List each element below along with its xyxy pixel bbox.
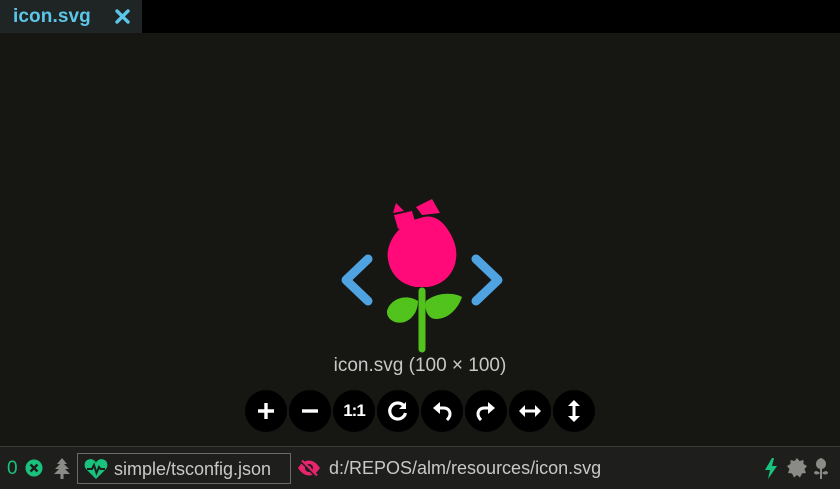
left-bracket: [341, 254, 373, 306]
bolt-icon[interactable]: [764, 458, 778, 479]
rose-petal-top: [393, 203, 404, 213]
left-leaf: [386, 297, 418, 323]
heartbeat-icon: [84, 459, 108, 479]
refresh-icon: [388, 401, 408, 421]
arrows-h-icon: [519, 405, 541, 417]
tab-bar: icon.svg: [0, 0, 840, 33]
error-count[interactable]: 0: [7, 458, 18, 480]
zoom-in-button[interactable]: [245, 390, 287, 432]
right-leaf: [425, 293, 462, 319]
image-caption: icon.svg (100 × 100): [333, 355, 507, 376]
active-project[interactable]: simple/tsconfig.json: [77, 453, 291, 484]
tab-title: icon.svg: [13, 5, 91, 27]
error-circle-icon[interactable]: [25, 459, 43, 477]
rose-petal-right: [416, 199, 440, 215]
project-label: simple/tsconfig.json: [114, 459, 272, 479]
minus-icon: [302, 409, 318, 413]
tree-icon[interactable]: [53, 458, 71, 480]
actual-size-button[interactable]: 1:1: [333, 390, 375, 432]
flip-vertical-button[interactable]: [553, 390, 595, 432]
viewer-toolbar: 1:1: [245, 390, 595, 432]
reset-button[interactable]: [377, 390, 419, 432]
tab-icon-svg[interactable]: icon.svg: [0, 0, 142, 33]
certificate-icon[interactable]: [787, 458, 807, 478]
plus-icon: [258, 403, 274, 419]
eye-slash-icon[interactable]: [297, 459, 321, 477]
rotate-left-button[interactable]: [421, 390, 463, 432]
status-bar: 0 simple/tsconfig.json d:/REPOS/alm/reso…: [0, 446, 840, 489]
rose-icon[interactable]: [812, 458, 830, 480]
image-viewer: icon.svg (100 × 100) 1:1: [0, 33, 840, 446]
rose-code-icon: [341, 199, 503, 353]
arrows-v-icon: [568, 400, 580, 422]
close-icon[interactable]: [114, 8, 131, 25]
actual-size-label: 1:1: [343, 401, 366, 420]
undo-icon: [433, 402, 452, 422]
zoom-out-button[interactable]: [289, 390, 331, 432]
current-file-path[interactable]: d:/REPOS/alm/resources/icon.svg: [329, 458, 601, 479]
flip-horizontal-button[interactable]: [509, 390, 551, 432]
right-bracket: [471, 254, 503, 306]
redo-icon: [476, 402, 495, 422]
rotate-right-button[interactable]: [465, 390, 507, 432]
